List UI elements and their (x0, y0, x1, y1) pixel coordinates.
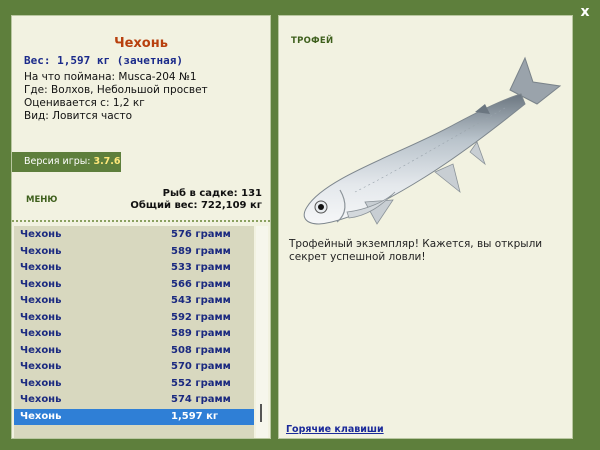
list-item-weight: 1,597 кг (171, 410, 219, 422)
list-item-weight: 570 грамм (171, 361, 231, 372)
list-item-name: Чехонь (20, 344, 62, 356)
list-item-name: Чехонь (20, 229, 62, 240)
list-item[interactable]: Чехонь 543 грамм (14, 293, 254, 309)
hotkeys-link[interactable]: Горячие клавиши (286, 424, 384, 435)
list-item[interactable]: Чехонь 574 грамм (14, 392, 254, 408)
fish-count: Рыб в садке: 131 (162, 188, 262, 199)
fish-weight: Вес: 1,597 кг (зачетная) (24, 54, 183, 67)
list-item[interactable]: Чехонь 589 грамм (14, 326, 254, 342)
list-item[interactable]: Чехонь 1,597 кг (14, 408, 254, 425)
list-item[interactable]: Чехонь 592 грамм (14, 310, 254, 326)
catch-list[interactable]: Чехонь 576 грамм Чехонь 589 грамм Чехонь 533 … (14, 226, 254, 438)
list-item-weight: 508 грамм (171, 344, 231, 356)
version-value: 3.7.6 (93, 156, 121, 167)
list-item-weight: 574 грамм (171, 394, 231, 405)
list-item-name: Чехонь (20, 394, 62, 405)
keepnet-stats: Рыб в садке: 131 Общий вес: 722,109 кг (130, 188, 262, 212)
fish-bait: На что поймана: Musca-204 №1 (24, 71, 197, 83)
list-item-weight: 576 грамм (171, 229, 231, 240)
version-bar: Версия игры: 3.7.6 (12, 152, 121, 172)
list-item[interactable]: Чехонь 508 грамм (14, 343, 254, 359)
list-item[interactable]: Чехонь 566 грамм (14, 277, 254, 293)
list-item-weight: 589 грамм (171, 245, 231, 257)
list-item[interactable]: Чехонь 533 грамм (14, 260, 254, 276)
list-item[interactable]: Чехонь 570 грамм (14, 359, 254, 375)
list-scrollbar[interactable] (256, 226, 268, 438)
close-button[interactable]: x (578, 5, 592, 19)
list-item-weight: 533 грамм (171, 262, 231, 273)
total-weight: Общий вес: 722,109 кг (130, 200, 262, 211)
menu-button[interactable]: МЕНЮ (26, 195, 57, 205)
divider (12, 220, 270, 222)
fish-name: Чехонь (114, 36, 168, 51)
list-item-weight: 543 грамм (171, 295, 231, 306)
list-item[interactable]: Чехонь 552 грамм (14, 376, 254, 392)
list-item-name: Чехонь (20, 377, 62, 389)
trophy-panel: ТРОФЕЙ Трофейный экземпляр! Кажется, вы … (278, 15, 573, 439)
list-item-name: Чехонь (20, 245, 62, 257)
list-item-name: Чехонь (20, 311, 62, 323)
fish-rated-from: Оценивается с: 1,2 кг (24, 97, 145, 109)
fish-image (303, 56, 562, 225)
list-item-weight: 566 грамм (171, 278, 231, 290)
list-item-name: Чехонь (20, 328, 62, 339)
fish-location: Где: Волхов, Небольшой просвет (24, 84, 208, 96)
scroll-thumb[interactable] (260, 404, 262, 422)
trophy-text: Трофейный экземпляр! Кажется, вы открыли… (289, 238, 543, 263)
list-item-name: Чехонь (20, 361, 62, 372)
list-item-weight: 589 грамм (171, 328, 231, 339)
list-item[interactable]: Чехонь 576 грамм (14, 227, 254, 243)
list-item-weight: 592 грамм (171, 311, 231, 323)
fish-frequency: Вид: Ловится часто (24, 110, 132, 122)
list-item-name: Чехонь (20, 295, 62, 306)
catch-panel: Чехонь Вес: 1,597 кг (зачетная) На что п… (11, 15, 271, 439)
list-item[interactable]: Чехонь 589 грамм (14, 244, 254, 260)
list-item-weight: 552 грамм (171, 377, 231, 389)
list-item-name: Чехонь (20, 262, 62, 273)
list-item-name: Чехонь (20, 278, 62, 290)
list-item-name: Чехонь (20, 410, 62, 422)
version-label: Версия игры: (24, 156, 91, 167)
